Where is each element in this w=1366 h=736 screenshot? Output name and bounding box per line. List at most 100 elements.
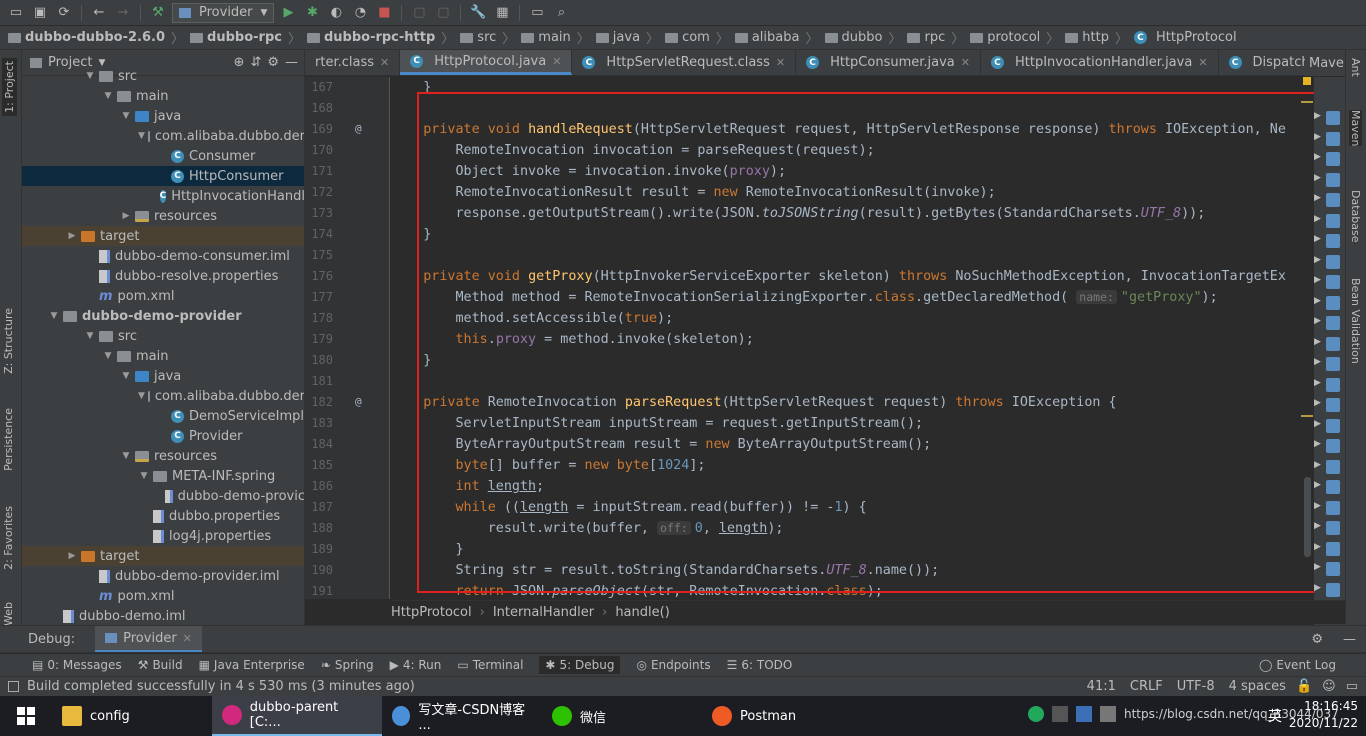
maven-module-icon[interactable] <box>1326 480 1340 494</box>
chevron-down-icon[interactable]: ▼ <box>138 471 150 481</box>
maven-module-icon[interactable] <box>1326 357 1340 371</box>
chevron-down-icon[interactable]: ▼ <box>120 451 132 461</box>
tree-item[interactable]: ▶ resources <box>22 206 304 226</box>
ime-indicator[interactable]: 英 <box>1268 706 1282 726</box>
event-log-icon[interactable]: ▭ <box>1346 679 1358 694</box>
chevron-right-icon[interactable]: ▶ <box>1314 357 1321 367</box>
persistence-tool-tab[interactable]: Persistence <box>2 408 15 471</box>
editor-tab[interactable]: rter.class ✕ <box>305 50 401 75</box>
breadcrumb-item[interactable]: rpc <box>907 30 945 45</box>
tree-item[interactable]: log4j.properties <box>22 526 304 546</box>
line-number[interactable]: 170 <box>305 143 333 157</box>
maven-module-icon[interactable] <box>1326 111 1340 125</box>
profile-icon[interactable]: ◔ <box>350 3 370 23</box>
maven-module-icon[interactable] <box>1326 521 1340 535</box>
chevron-right-icon[interactable]: ▶ <box>1314 439 1321 449</box>
tool-window-button[interactable]: ▤ 0: Messages <box>32 658 122 672</box>
chevron-right-icon[interactable]: ▶ <box>1314 337 1321 347</box>
project-structure-icon[interactable]: ▦ <box>492 3 512 23</box>
line-number[interactable]: 191 <box>305 584 333 598</box>
chevron-right-icon[interactable]: ▶ <box>1314 480 1321 490</box>
breadcrumb-item[interactable]: protocol <box>970 30 1040 45</box>
tree-item[interactable]: C HttpConsumer <box>22 166 304 186</box>
chevron-right-icon[interactable]: ▶ <box>1314 583 1321 593</box>
line-number[interactable]: 186 <box>305 479 333 493</box>
build-hammer-icon[interactable]: ⚒ <box>148 3 168 23</box>
close-icon[interactable]: ✕ <box>552 55 561 68</box>
indent-setting[interactable]: 4 spaces <box>1229 679 1286 694</box>
line-number[interactable]: 176 <box>305 269 333 283</box>
maven-module-icon[interactable] <box>1326 316 1340 330</box>
ant-tool-tab[interactable]: Ant <box>1349 58 1362 77</box>
line-number[interactable]: 174 <box>305 227 333 241</box>
maven-module-icon[interactable] <box>1326 254 1340 269</box>
breadcrumb-item[interactable]: dubbo-dubbo-2.6.0 <box>8 30 165 45</box>
line-number[interactable]: 173 <box>305 206 333 220</box>
maven-module-icon[interactable] <box>1326 418 1340 433</box>
chevron-right-icon[interactable]: ▶ <box>1314 521 1321 531</box>
lock-icon[interactable]: 🔓 <box>1296 679 1312 694</box>
tree-item[interactable]: ▼ java <box>22 366 304 386</box>
editor-tab[interactable]: C HttpInvocationHandler.java ✕ <box>981 50 1219 75</box>
tree-item[interactable]: ▼ src <box>22 326 304 346</box>
chevron-right-icon[interactable]: ▶ <box>1314 542 1321 552</box>
tree-item[interactable]: ▶ target <box>22 226 304 246</box>
tree-item[interactable]: dubbo-demo-consumer.iml <box>22 246 304 266</box>
editor-breadcrumb-item[interactable]: InternalHandler <box>493 605 594 620</box>
tree-item[interactable]: ▼ resources <box>22 446 304 466</box>
tree-item[interactable]: ▼ main <box>22 346 304 366</box>
close-icon[interactable]: ✕ <box>961 56 970 69</box>
debug-session-tab[interactable]: Provider ✕ <box>95 626 202 652</box>
coverage-icon[interactable]: ◐ <box>326 3 346 23</box>
web-tool-tab[interactable]: Web <box>2 602 15 626</box>
taskbar-item[interactable]: Postman <box>702 696 842 736</box>
back-arrow-icon[interactable]: ← <box>89 3 109 23</box>
maven-module-icon[interactable] <box>1326 275 1340 289</box>
favorites-tool-tab[interactable]: 2: Favorites <box>2 506 15 570</box>
run-config-selector[interactable]: Provider ▼ <box>172 2 275 23</box>
tree-item[interactable]: C HttpInvocationHandl <box>22 186 304 206</box>
editor-breadcrumb-item[interactable]: handle() <box>615 605 669 620</box>
chevron-down-icon[interactable]: ▼ <box>102 351 114 361</box>
line-number[interactable]: 185 <box>305 458 333 472</box>
windows-start-button[interactable] <box>0 696 52 736</box>
database-tool-tab[interactable]: Database <box>1349 190 1362 243</box>
vcs-icon[interactable]: ▢ <box>409 3 429 23</box>
chevron-right-icon[interactable]: ▶ <box>1314 419 1321 429</box>
chevron-right-icon[interactable]: ▶ <box>1314 316 1321 326</box>
chevron-down-icon[interactable]: ▼ <box>102 91 114 101</box>
chevron-right-icon[interactable]: ▶ <box>120 211 132 221</box>
maven-module-icon[interactable] <box>1326 152 1340 166</box>
override-marker-icon[interactable]: @ <box>355 395 362 408</box>
tray-app-icon[interactable] <box>1100 706 1116 722</box>
chevron-right-icon[interactable]: ▶ <box>1314 255 1321 265</box>
chevron-right-icon[interactable]: ▶ <box>1314 460 1321 470</box>
tool-window-button[interactable]: ▭ Terminal <box>457 658 523 672</box>
close-icon[interactable]: ✕ <box>183 632 192 645</box>
maven-module-icon[interactable] <box>1326 377 1340 392</box>
maven-tool-tab[interactable]: Maven <box>1349 110 1362 147</box>
line-number[interactable]: 167 <box>305 80 333 94</box>
override-marker-icon[interactable]: @ <box>355 122 362 135</box>
maven-module-icon[interactable] <box>1326 582 1340 597</box>
tree-item[interactable]: ▼ main <box>22 86 304 106</box>
close-icon[interactable]: ✕ <box>380 56 389 69</box>
breadcrumb-item[interactable]: dubbo-rpc-http <box>306 30 435 45</box>
tree-item[interactable]: ▼ com.alibaba.dubbo.der <box>22 126 304 146</box>
inspector-icon[interactable]: ☺ <box>1322 679 1336 694</box>
close-icon[interactable]: ✕ <box>1198 56 1207 69</box>
line-number[interactable]: 182 <box>305 395 333 409</box>
line-number[interactable]: 180 <box>305 353 333 367</box>
breadcrumb-item[interactable]: dubbo-rpc <box>190 30 282 45</box>
tool-window-button[interactable]: ▦ Java Enterprise <box>199 658 305 672</box>
tool-window-button[interactable]: ▶ 4: Run <box>390 658 442 672</box>
line-number[interactable]: 183 <box>305 416 333 430</box>
tree-item[interactable]: C DemoServiceImpl <box>22 406 304 426</box>
maven-module-icon[interactable] <box>1326 131 1340 146</box>
tree-item[interactable]: C Provider <box>22 426 304 446</box>
tool-window-button[interactable]: ◎ Endpoints <box>636 658 710 672</box>
chevron-down-icon[interactable]: ▼ <box>120 371 132 381</box>
maven-module-icon[interactable] <box>1326 213 1340 228</box>
chevron-right-icon[interactable]: ▶ <box>1314 234 1321 244</box>
chevron-right-icon[interactable]: ▶ <box>66 231 78 241</box>
